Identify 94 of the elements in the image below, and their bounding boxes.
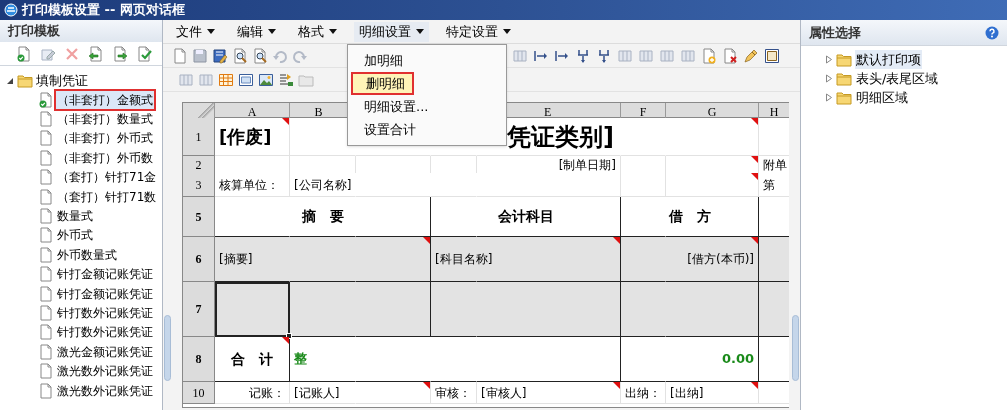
caret-icon [503, 29, 511, 34]
cell-text: [作废] [219, 125, 272, 149]
row-header[interactable]: 10 [183, 382, 215, 404]
tree-item[interactable]: 激光数外记账凭证 [56, 362, 154, 381]
expander-icon[interactable] [6, 76, 14, 85]
cell-text: 第 [763, 176, 775, 194]
cell-text: 记账： [249, 384, 285, 402]
menu-item[interactable]: 明细设置 [354, 21, 429, 42]
tree-item[interactable]: （套打）针打71数 [56, 187, 158, 206]
menu-option[interactable]: 明细设置... [351, 95, 503, 118]
tree-item[interactable]: 外币式 [56, 226, 94, 245]
folder-icon [17, 73, 33, 88]
panel-title: 打印模板 [8, 22, 60, 41]
caret-icon [329, 29, 337, 34]
cell-text: [制单日期] [558, 157, 616, 174]
tree-item[interactable]: 数量式 [56, 207, 94, 226]
page-check-icon[interactable] [16, 45, 32, 62]
cell-text: 借 方 [668, 207, 711, 226]
cell-text: 0.00 [721, 350, 754, 369]
folder-icon [836, 52, 852, 67]
tree-item[interactable]: 激光数外记账凭证 [56, 381, 154, 400]
cell-text: 摘 要 [301, 207, 344, 226]
tree-item[interactable]: 针打金额记账凭证 [56, 284, 154, 303]
cell-text: 审核： [435, 384, 471, 402]
tree-item[interactable]: （非套打）外币数 [56, 148, 154, 167]
caret-icon [416, 29, 424, 34]
menu-option[interactable]: 设置合计 [351, 118, 503, 141]
page-magnifier-icon[interactable] [252, 47, 268, 64]
tree-item[interactable]: （非套打）数量式 [56, 110, 154, 129]
caret-icon [207, 29, 215, 34]
menu-option[interactable]: 加明细 [351, 49, 503, 72]
tree-item[interactable]: 针打数外记账凭证 [56, 323, 154, 342]
cell-text: 会计科目 [497, 207, 554, 226]
cell-text: 整 [294, 350, 307, 369]
frame-icon[interactable] [238, 71, 254, 88]
pencil-icon[interactable] [743, 47, 759, 64]
page-arrow-icon[interactable] [88, 45, 104, 62]
cell-text: [科目名称] [435, 251, 493, 268]
tree-item[interactable]: 外币数量式 [56, 245, 118, 264]
menu-item[interactable]: 文件 [171, 21, 220, 42]
table-icon[interactable] [218, 71, 234, 88]
cell-text: [借方(本币)] [687, 251, 754, 268]
page-check-icon[interactable] [136, 45, 152, 62]
panel-title: 属性选择 [809, 23, 861, 42]
row-header[interactable]: 3 [183, 173, 215, 197]
cell-text: 合 计 [231, 349, 273, 369]
tree-item[interactable]: 填制凭证 [36, 70, 88, 91]
tree-item[interactable]: 针打金额记账凭证 [56, 265, 154, 284]
row-header[interactable]: 1 [183, 118, 215, 156]
tree-item[interactable]: （非套打）外币式 [56, 129, 154, 148]
row-header[interactable]: 7 [183, 282, 215, 337]
page-pencil-icon[interactable] [212, 47, 228, 64]
page-delete-icon[interactable] [722, 47, 738, 64]
split-icon[interactable] [596, 47, 612, 64]
page-add-icon[interactable] [701, 47, 717, 64]
tree-item[interactable]: 默认打印项 [855, 49, 922, 70]
menu-item[interactable]: 编辑 [232, 21, 281, 42]
tree-item[interactable]: 明细区域 [855, 87, 909, 108]
page-icon[interactable] [172, 47, 188, 64]
cell-text: [摘要] [219, 251, 253, 268]
cell-text: [公司名称] [294, 176, 352, 194]
image-icon[interactable] [258, 71, 274, 88]
help-icon[interactable] [985, 25, 999, 40]
split-icon[interactable] [575, 47, 591, 64]
menu-item[interactable]: 格式 [293, 21, 342, 42]
page-arrow-icon[interactable] [112, 45, 128, 62]
cell-text: 核算单位： [219, 176, 279, 194]
folder-icon [836, 90, 852, 105]
list-icon[interactable] [278, 71, 294, 88]
row-header[interactable]: 6 [183, 237, 215, 282]
tree-item[interactable]: 激光金额记账凭证 [56, 342, 154, 361]
tree-item[interactable]: 针打数外记账凭证 [56, 304, 154, 322]
folder-icon [836, 71, 852, 86]
cell-text: [记账人] [294, 384, 340, 402]
tree-item[interactable]: 表头/表尾区域 [855, 68, 940, 89]
caret-icon [268, 29, 276, 34]
splitter-handle[interactable] [164, 315, 171, 381]
window-title: 打印模板设置 -- 网页对话框 [22, 1, 185, 20]
page-magnifier-icon[interactable] [232, 47, 248, 64]
delete-icon[interactable] [64, 45, 80, 62]
splitter-handle[interactable] [792, 315, 799, 381]
row-header[interactable]: 8 [183, 337, 215, 382]
tree-item[interactable]: （非套打）金额式 [56, 90, 154, 109]
cell-text: [出纳] [670, 384, 704, 402]
tree-item[interactable]: （套打）针打71金 [56, 168, 158, 187]
cell-text: 出纳： [625, 384, 661, 402]
cell-text: 凭证类别] [507, 121, 614, 153]
menu-item[interactable]: 特定设置 [441, 21, 516, 42]
row-header[interactable]: 5 [183, 197, 215, 237]
menu-option[interactable]: 删明细 [351, 72, 414, 95]
browser-icon [4, 3, 18, 17]
frame-icon[interactable] [764, 47, 780, 64]
cell-text: 附单 [763, 157, 787, 174]
cell-text: [审核人] [481, 384, 527, 402]
